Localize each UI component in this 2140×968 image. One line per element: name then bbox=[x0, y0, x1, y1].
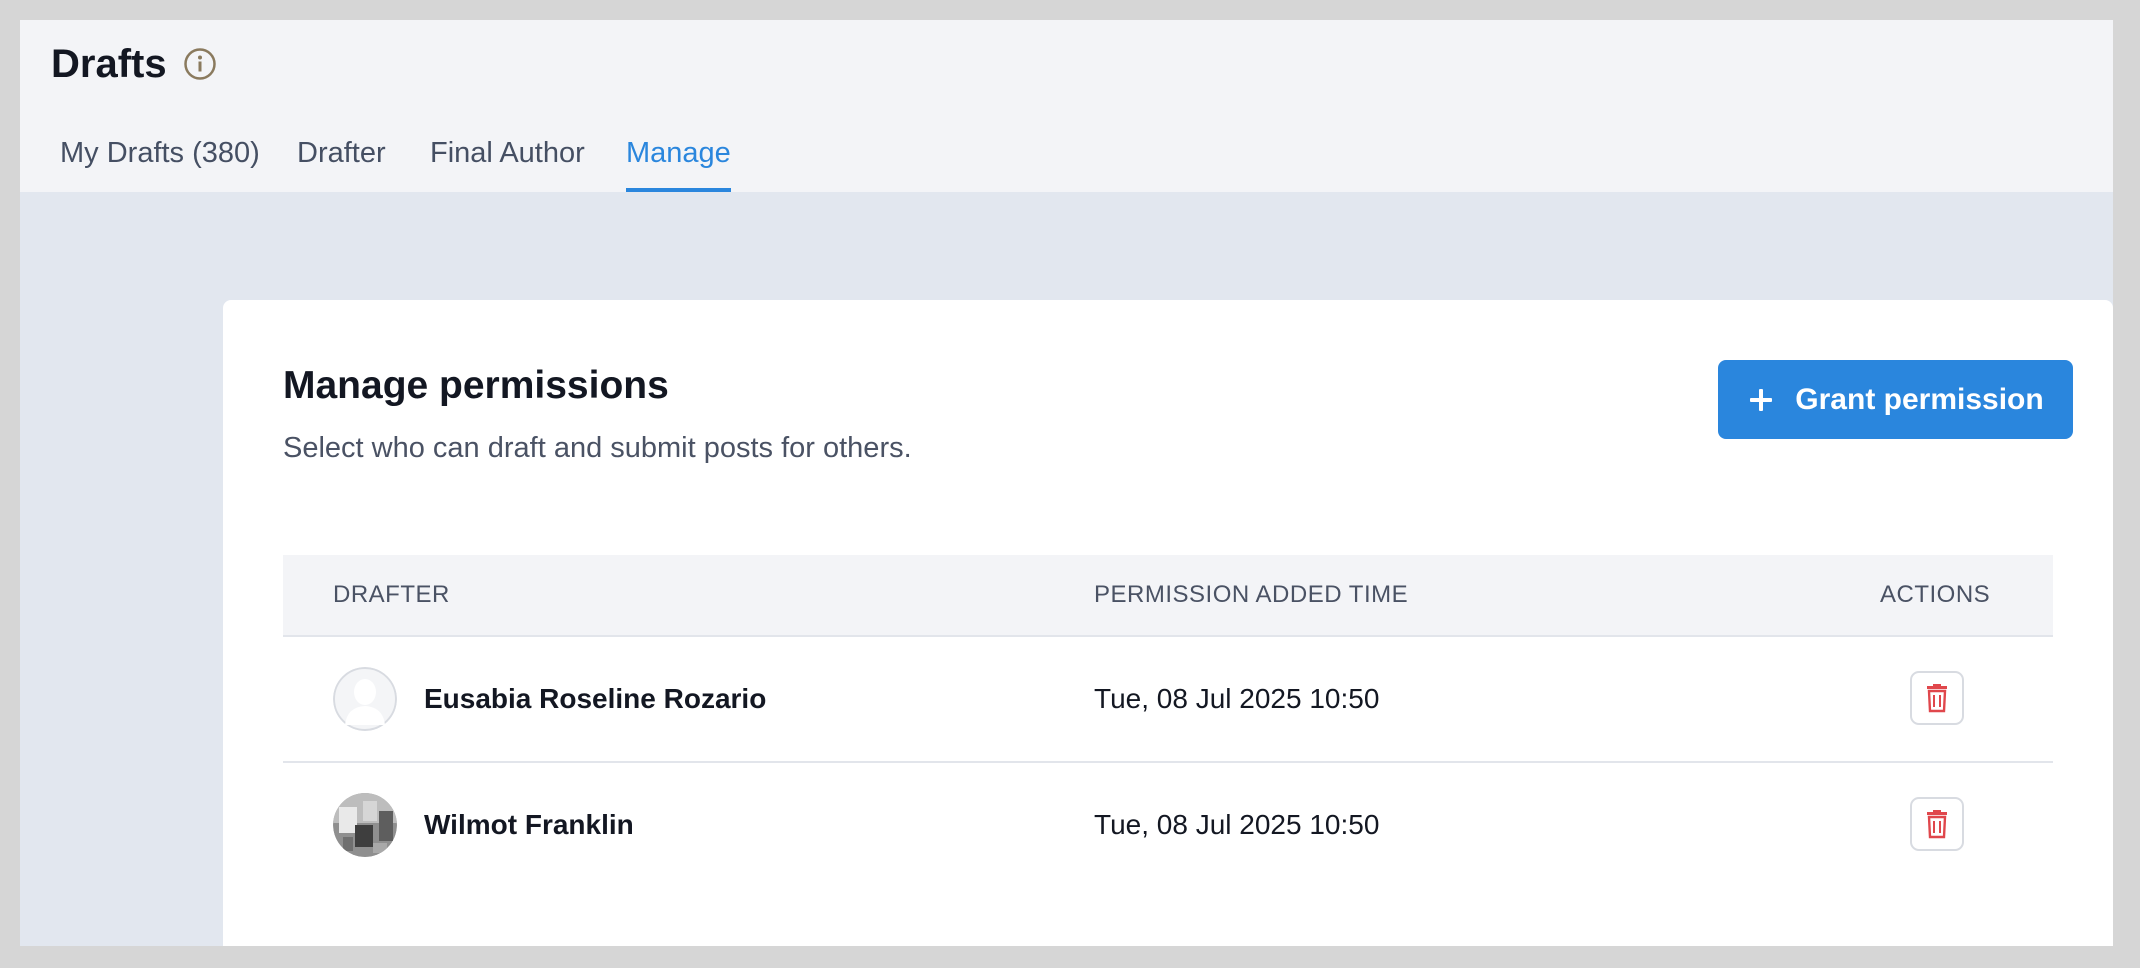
plus-icon bbox=[1750, 388, 1773, 411]
permissions-table: DRAFTER PERMISSION ADDED TIME ACTIONS Eu… bbox=[283, 555, 2053, 887]
page-header: Drafts My Drafts (380) Drafter Final Aut… bbox=[20, 20, 2113, 192]
permission-added-time: Tue, 08 Jul 2025 10:50 bbox=[1094, 809, 1380, 840]
tab-manage[interactable]: Manage bbox=[626, 132, 731, 192]
permission-added-time: Tue, 08 Jul 2025 10:50 bbox=[1094, 683, 1380, 714]
photo-avatar bbox=[333, 793, 397, 857]
card-title: Manage permissions bbox=[283, 364, 669, 407]
column-header-drafter: DRAFTER bbox=[333, 581, 450, 608]
grant-permission-label: Grant permission bbox=[1795, 382, 2044, 416]
delete-permission-button[interactable] bbox=[1910, 671, 1964, 725]
column-header-actions: ACTIONS bbox=[1880, 581, 1991, 608]
page-title: Drafts bbox=[51, 42, 167, 86]
tab-my-drafts[interactable]: My Drafts (380) bbox=[60, 132, 260, 192]
drafter-name: Wilmot Franklin bbox=[424, 809, 634, 840]
drafter-name: Eusabia Roseline Rozario bbox=[424, 683, 767, 714]
placeholder-avatar bbox=[333, 667, 397, 731]
table-row: Eusabia Roseline Rozario Tue, 08 Jul 202… bbox=[283, 637, 2053, 763]
tab-final-author[interactable]: Final Author bbox=[430, 132, 585, 192]
grant-permission-button[interactable]: Grant permission bbox=[1718, 360, 2073, 439]
delete-permission-button[interactable] bbox=[1910, 797, 1964, 851]
column-header-permission-added-time: PERMISSION ADDED TIME bbox=[1094, 581, 1409, 608]
table-header: DRAFTER PERMISSION ADDED TIME ACTIONS bbox=[283, 555, 2053, 637]
tab-drafter[interactable]: Drafter bbox=[297, 132, 386, 192]
trash-icon bbox=[1927, 810, 1947, 839]
app-frame: Drafts My Drafts (380) Drafter Final Aut… bbox=[20, 20, 2113, 946]
card-subtitle: Select who can draft and submit posts fo… bbox=[283, 432, 912, 464]
table-row: Wilmot Franklin Tue, 08 Jul 2025 10:50 bbox=[283, 763, 2053, 887]
trash-icon bbox=[1927, 684, 1947, 713]
manage-permissions-card: Manage permissions Select who can draft … bbox=[223, 300, 2113, 946]
info-icon[interactable] bbox=[183, 47, 217, 81]
